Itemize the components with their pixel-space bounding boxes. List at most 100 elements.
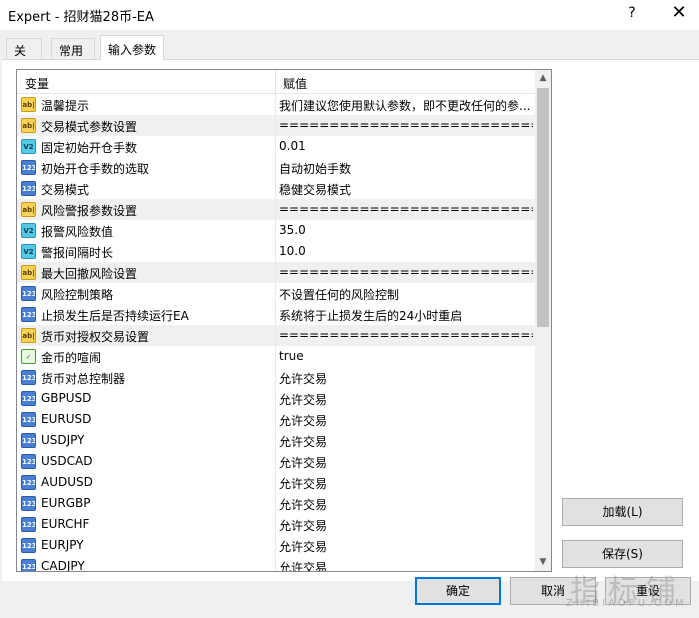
cell-divider <box>275 136 276 157</box>
parameter-value[interactable]: 0.01 <box>279 139 533 153</box>
grid-group-row[interactable]: ab| 风险警报参数设置 =============================… <box>17 199 535 220</box>
parameter-name: EURCHF <box>41 517 90 531</box>
grid-rows: ab| 温馨提示 我们建议您使用默认参数，即不更改任何的参... ab| 交易模式参数设… <box>17 94 535 571</box>
tab-about[interactable]: 关于 <box>6 38 42 75</box>
column-divider[interactable] <box>275 70 276 94</box>
grid-group-row[interactable]: ab| 最大回撤风险设置 =============================… <box>17 262 535 283</box>
window-title: Expert - 招财猫28币-EA <box>8 10 154 25</box>
parameter-name: 交易模式 <box>41 183 90 197</box>
grid-row[interactable]: 123 交易模式 稳健交易模式 <box>17 178 535 199</box>
double-icon: V2 <box>21 223 36 238</box>
bool-icon: ✓ <box>21 349 36 364</box>
grid-row[interactable]: V2 警报间隔时长 10.0 <box>17 241 535 262</box>
parameter-name: EURGBP <box>41 496 91 510</box>
cell-divider <box>275 199 276 220</box>
parameter-name: 最大回撤风险设置 <box>41 267 138 281</box>
scroll-up-arrow-icon[interactable]: ▲ <box>535 70 551 87</box>
parameter-name: USDJPY <box>41 433 85 447</box>
parameter-value[interactable]: 允许交易 <box>279 538 533 555</box>
cell-divider <box>275 388 276 409</box>
cell-divider <box>275 304 276 325</box>
integer-icon: 123 <box>21 412 36 427</box>
ok-button[interactable]: 确定 <box>415 577 501 605</box>
parameter-value[interactable]: 稳健交易模式 <box>279 181 533 198</box>
parameter-value[interactable]: ========================================… <box>279 265 533 279</box>
scroll-thumb[interactable] <box>537 88 549 327</box>
parameter-value[interactable]: ========================================… <box>279 118 533 132</box>
parameter-value[interactable]: 允许交易 <box>279 454 533 471</box>
integer-icon: 123 <box>21 517 36 532</box>
parameter-value[interactable]: 10.0 <box>279 244 533 258</box>
parameter-value[interactable]: ========================================… <box>279 202 533 216</box>
parameter-name: 金币的喧闹 <box>41 351 102 365</box>
grid-row[interactable]: V2 固定初始开仓手数 0.01 <box>17 136 535 157</box>
double-icon: V2 <box>21 139 36 154</box>
parameter-value[interactable]: 允许交易 <box>279 496 533 513</box>
tab-input-parameters[interactable]: 输入参数 <box>100 35 164 61</box>
grid-row[interactable]: 123 CADJPY 允许交易 <box>17 556 535 571</box>
grid-row[interactable]: 123 EURCHF 允许交易 <box>17 514 535 535</box>
grid-row[interactable]: 123 USDJPY 允许交易 <box>17 430 535 451</box>
grid-row[interactable]: 123 AUDUSD 允许交易 <box>17 472 535 493</box>
grid-row[interactable]: V2 报警风险数值 35.0 <box>17 220 535 241</box>
parameter-value[interactable]: 允许交易 <box>279 391 533 408</box>
load-button[interactable]: 加载(L) <box>562 498 683 526</box>
integer-icon: 123 <box>21 454 36 469</box>
grid-row[interactable]: 123 风险控制策略 不设置任何的风险控制 <box>17 283 535 304</box>
save-button[interactable]: 保存(S) <box>562 540 683 568</box>
parameter-value[interactable]: 自动初始手数 <box>279 160 533 177</box>
grid-row[interactable]: ✓ 金币的喧闹 true <box>17 346 535 367</box>
cell-divider <box>275 325 276 346</box>
cell-divider <box>275 409 276 430</box>
cell-divider <box>275 283 276 304</box>
grid-row[interactable]: 123 GBPUSD 允许交易 <box>17 388 535 409</box>
cell-divider <box>275 451 276 472</box>
close-button[interactable]: ✕ <box>664 0 694 26</box>
cell-divider <box>275 178 276 199</box>
parameters-grid[interactable]: 变量 赋值 ab| 温馨提示 我们建议您使用默认参数，即不更改任何的参... ab| 交… <box>16 69 552 572</box>
parameter-value[interactable]: true <box>279 349 533 363</box>
grid-row[interactable]: 123 EURUSD 允许交易 <box>17 409 535 430</box>
vertical-scrollbar[interactable]: ▲ ▼ <box>535 70 551 571</box>
grid-row[interactable]: ab| 温馨提示 我们建议您使用默认参数，即不更改任何的参... <box>17 94 535 115</box>
parameter-value[interactable]: 允许交易 <box>279 517 533 534</box>
cell-divider <box>275 262 276 283</box>
grid-header: 变量 赋值 <box>17 70 535 94</box>
grid-row[interactable]: 123 止损发生后是否持续运行EA 系统将于止损发生后的24小时重启 <box>17 304 535 325</box>
grid-row[interactable]: 123 货币对总控制器 允许交易 <box>17 367 535 388</box>
parameter-value[interactable]: ========================================… <box>279 328 533 342</box>
parameter-value[interactable]: 35.0 <box>279 223 533 237</box>
parameter-value[interactable]: 允许交易 <box>279 559 533 571</box>
parameter-name: 警报间隔时长 <box>41 246 114 260</box>
grid-group-row[interactable]: ab| 货币对授权交易设置 ============================… <box>17 325 535 346</box>
integer-icon: 123 <box>21 181 36 196</box>
column-header-variable[interactable]: 变量 <box>25 75 49 92</box>
scroll-down-arrow-icon[interactable]: ▼ <box>535 554 551 571</box>
parameter-value[interactable]: 我们建议您使用默认参数，即不更改任何的参... <box>279 97 533 114</box>
parameter-name: 温馨提示 <box>41 99 90 113</box>
tab-common[interactable]: 常用 <box>51 38 95 60</box>
column-header-value[interactable]: 赋值 <box>283 75 307 92</box>
integer-icon: 123 <box>21 538 36 553</box>
string-icon: ab| <box>21 265 36 280</box>
help-button[interactable]: ? <box>619 0 645 26</box>
grid-row[interactable]: 123 USDCAD 允许交易 <box>17 451 535 472</box>
grid-group-row[interactable]: ab| 交易模式参数设置 =============================… <box>17 115 535 136</box>
integer-icon: 123 <box>21 286 36 301</box>
cell-divider <box>275 367 276 388</box>
parameter-value[interactable]: 系统将于止损发生后的24小时重启 <box>279 307 533 324</box>
grid-row[interactable]: 123 EURJPY 允许交易 <box>17 535 535 556</box>
parameter-value[interactable]: 不设置任何的风险控制 <box>279 286 533 303</box>
integer-icon: 123 <box>21 160 36 175</box>
parameter-name: 初始开仓手数的选取 <box>41 162 150 176</box>
parameter-value[interactable]: 允许交易 <box>279 370 533 387</box>
parameter-value[interactable]: 允许交易 <box>279 412 533 429</box>
cell-divider <box>275 115 276 136</box>
grid-row[interactable]: 123 初始开仓手数的选取 自动初始手数 <box>17 157 535 178</box>
grid-row[interactable]: 123 EURGBP 允许交易 <box>17 493 535 514</box>
parameter-name: 交易模式参数设置 <box>41 120 138 134</box>
parameter-value[interactable]: 允许交易 <box>279 475 533 492</box>
parameter-value[interactable]: 允许交易 <box>279 433 533 450</box>
tab-bar: 关于 常用 输入参数 <box>0 30 699 75</box>
parameter-name: USDCAD <box>41 454 93 468</box>
